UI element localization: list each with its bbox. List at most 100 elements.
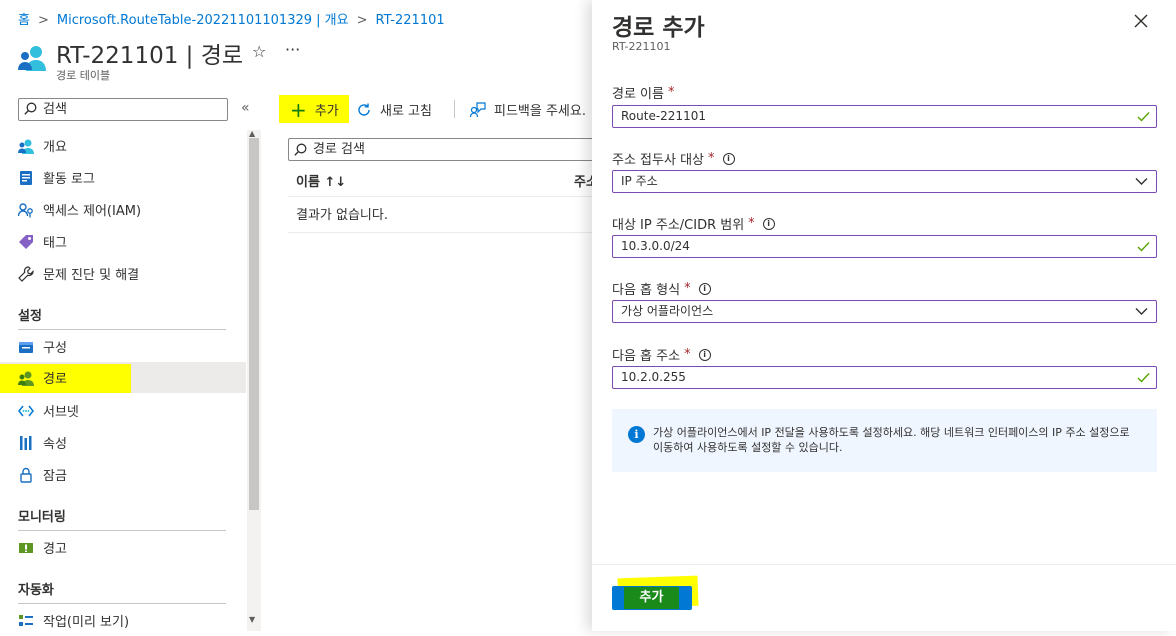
info-icon[interactable]: i — [722, 152, 735, 165]
close-icon[interactable] — [1133, 13, 1149, 29]
sidebar-item-routes[interactable]: 경로 — [0, 362, 246, 393]
next-hop-address-label: 다음 홉 주소 * i — [612, 345, 711, 364]
column-header-name[interactable]: 이름 ↑↓ — [296, 171, 346, 190]
info-message-text: 가상 어플라이언스에서 IP 전달을 사용하도록 설정하세요. 해당 네트워크 … — [653, 426, 1130, 454]
info-icon[interactable]: i — [762, 217, 775, 230]
destination-type-label: 주소 접두사 대상 * i — [612, 149, 735, 168]
chevron-down-icon — [1135, 308, 1148, 315]
sidebar-item-tasks[interactable]: 작업(미리 보기) — [0, 605, 246, 636]
route-search[interactable] — [288, 138, 592, 161]
next-hop-type-value: 가상 어플라이언스 — [621, 304, 714, 318]
check-icon — [1137, 373, 1150, 383]
sidebar-item-alerts[interactable]: 경고 — [0, 532, 246, 563]
collapse-sidebar-icon[interactable]: « — [241, 100, 250, 116]
feedback-icon — [470, 101, 486, 117]
wrench-icon — [18, 265, 34, 282]
divider — [592, 564, 1176, 565]
panel-subtitle: RT-221101 — [612, 40, 671, 53]
panel-title: 경로 추가 — [612, 15, 705, 41]
info-icon[interactable]: i — [698, 348, 711, 361]
sidebar-item-label: 문제 진단 및 해결 — [43, 268, 140, 283]
sidebar-item-label: 경로 — [43, 372, 67, 387]
section-settings: 설정 — [18, 309, 42, 324]
required-mark: * — [708, 151, 715, 166]
destination-type-dropdown[interactable]: IP 주소 — [612, 170, 1157, 193]
sidebar-search-input[interactable] — [43, 100, 223, 119]
next-hop-type-dropdown[interactable]: 가상 어플라이언스 — [612, 300, 1157, 323]
route-table-icon — [18, 46, 46, 71]
add-button[interactable]: + 추가 — [290, 97, 339, 122]
sidebar-search[interactable] — [18, 98, 228, 121]
sidebar-item-label: 개요 — [43, 140, 67, 155]
check-icon — [1137, 242, 1150, 252]
sidebar-scrollbar[interactable]: ▲ ▼ — [247, 129, 261, 631]
destination-range-field[interactable]: 10.3.0.0/24 — [612, 235, 1157, 258]
route-search-input[interactable] — [313, 140, 583, 159]
divider — [18, 603, 226, 604]
sidebar-item-properties[interactable]: 속성 — [0, 427, 246, 458]
sidebar-item-subnets[interactable]: 서브넷 — [0, 395, 246, 426]
breadcrumb-home[interactable]: 홈 — [18, 13, 30, 28]
star-icon[interactable]: ☆ — [252, 42, 266, 61]
info-icon[interactable]: i — [698, 282, 711, 295]
check-icon — [1137, 112, 1150, 122]
destination-type-value: IP 주소 — [621, 174, 658, 188]
sidebar-item-overview[interactable]: 개요 — [0, 130, 246, 161]
route-name-field[interactable]: Route-221101 — [612, 105, 1157, 128]
sidebar-item-locks[interactable]: 잠금 — [0, 459, 246, 490]
sidebar-item-diagnose[interactable]: 문제 진단 및 해결 — [0, 258, 246, 289]
destination-type-label-text: 주소 접두사 대상 — [612, 153, 704, 168]
section-automation: 자동화 — [18, 583, 54, 598]
page-subtitle: 경로 테이블 — [56, 69, 111, 82]
plus-icon: + — [290, 97, 307, 122]
divider — [288, 196, 592, 197]
alert-icon — [18, 540, 34, 556]
sidebar-item-configuration[interactable]: 구성 — [0, 331, 246, 362]
search-icon — [24, 102, 37, 115]
sidebar-item-label: 구성 — [43, 341, 67, 356]
next-hop-address-label-text: 다음 홉 주소 — [612, 349, 681, 364]
ellipsis-icon[interactable]: ··· — [285, 40, 300, 59]
iam-icon — [18, 202, 34, 218]
destination-range-label: 대상 IP 주소/CIDR 범위 * i — [612, 214, 775, 233]
sidebar-item-label: 작업(미리 보기) — [43, 615, 130, 630]
sidebar-item-iam[interactable]: 액세스 제어(IAM) — [0, 194, 246, 225]
refresh-button[interactable]: 새로 고침 — [356, 100, 432, 119]
properties-icon — [18, 435, 34, 451]
sidebar-item-label: 활동 로그 — [43, 172, 95, 187]
next-hop-address-field[interactable]: 10.2.0.255 — [612, 366, 1157, 389]
divider — [18, 530, 226, 531]
lock-icon — [18, 467, 34, 483]
breadcrumb-separator: > — [37, 13, 49, 28]
chevron-down-icon — [1135, 178, 1148, 185]
breadcrumb-route-table[interactable]: Microsoft.RouteTable-20221101101329 | 개요 — [57, 13, 349, 28]
next-hop-address-value: 10.2.0.255 — [621, 370, 686, 384]
sidebar-item-activity-log[interactable]: 활동 로그 — [0, 162, 246, 193]
divider — [288, 232, 592, 233]
scroll-down-icon[interactable]: ▼ — [249, 615, 255, 624]
refresh-icon — [358, 103, 370, 116]
required-mark: * — [748, 216, 755, 231]
empty-state-text: 결과가 없습니다. — [296, 208, 388, 223]
add-route-button-label: 추가 — [624, 587, 679, 609]
scrollbar-thumb[interactable] — [249, 138, 259, 510]
sidebar-item-label: 잠금 — [43, 469, 67, 484]
add-button-label: 추가 — [314, 104, 339, 119]
configuration-icon — [18, 339, 34, 355]
sidebar-item-label: 액세스 제어(IAM) — [43, 204, 142, 219]
overview-icon — [18, 138, 34, 154]
scroll-up-icon[interactable]: ▲ — [249, 129, 255, 138]
info-message: i 가상 어플라이언스에서 IP 전달을 사용하도록 설정하세요. 해당 네트워… — [612, 409, 1157, 472]
tag-icon — [18, 234, 34, 250]
required-mark: * — [684, 281, 691, 296]
feedback-button[interactable]: 피드백을 주세요. — [470, 100, 586, 119]
breadcrumb: 홈 > Microsoft.RouteTable-20221101101329 | … — [18, 9, 445, 28]
add-route-button[interactable]: 추가 — [612, 586, 692, 610]
sidebar-item-tags[interactable]: 태그 — [0, 226, 246, 257]
breadcrumb-current[interactable]: RT-221101 — [375, 13, 444, 28]
subnet-icon — [18, 403, 34, 419]
sidebar-item-label: 태그 — [43, 236, 67, 251]
sidebar-item-label: 경고 — [43, 542, 67, 557]
destination-range-value: 10.3.0.0/24 — [621, 239, 690, 253]
required-mark: * — [684, 347, 691, 362]
